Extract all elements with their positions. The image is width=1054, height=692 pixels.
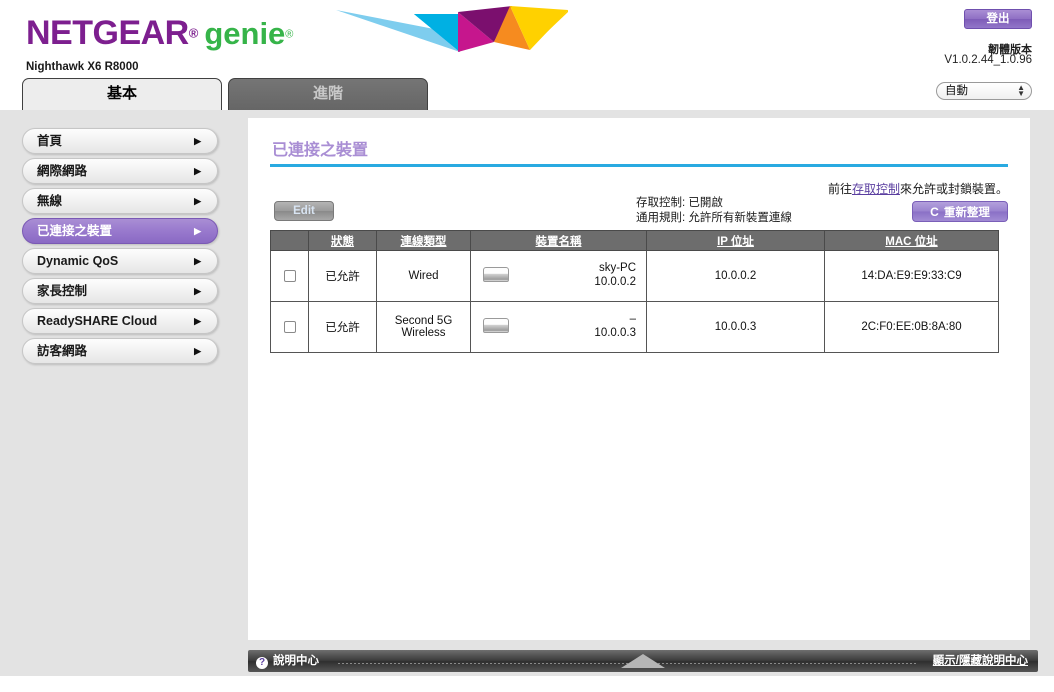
header-ip-address-label: IP 位址 <box>717 235 754 248</box>
sidebar-item-readyshare-cloud[interactable]: ReadySHARE Cloud ▶ <box>22 308 218 334</box>
header-ip-address[interactable]: IP 位址 <box>646 230 825 251</box>
device-ip-text: 10.0.0.2 <box>594 276 636 288</box>
sidebar-item-label: 已連接之裝置 <box>37 224 113 238</box>
row-status-cell: 已允許 <box>308 250 377 302</box>
genie-registered-mark: ® <box>285 28 294 41</box>
table-row: 已允許 Second 5G Wireless – 10.0.0.3 10.0.0… <box>270 301 999 353</box>
chevron-right-icon: ▶ <box>194 166 201 176</box>
row-mac-cell: 14:DA:E9:E9:33:C9 <box>824 250 999 302</box>
netgear-registered-mark: ® <box>188 25 199 41</box>
logout-button[interactable]: 登出 <box>964 9 1032 29</box>
sidebar-item-dynamic-qos[interactable]: Dynamic QoS ▶ <box>22 248 218 274</box>
access-control-status: 存取控制: 已開啟 <box>636 197 723 209</box>
refresh-button[interactable]: C 重新整理 <box>912 201 1008 222</box>
access-status-block: 存取控制: 已開啟 通用規則: 允許所有新裝置連線 <box>636 196 792 226</box>
attached-devices-table: 狀態 連線類型 裝置名稱 IP 位址 MAC 位址 已允許 Wired sky-… <box>270 230 999 353</box>
sidebar-item-label: Dynamic QoS <box>37 254 119 268</box>
row-connection-type-cell: Second 5G Wireless <box>376 301 471 353</box>
page-header: NETGEAR® genie® Nighthawk X6 R8000 登出 韌體版… <box>0 0 1054 100</box>
main-tabbar: 基本 進階 <box>0 78 1054 110</box>
toggle-help-center-link[interactable]: 顯示/隱藏說明中心 <box>933 650 1028 672</box>
help-center-bar: ? 說明中心 顯示/隱藏說明中心 <box>248 650 1038 672</box>
content-shell: 首頁 ▶ 網際網路 ▶ 無線 ▶ 已連接之裝置 ▶ Dynamic QoS ▶ … <box>0 110 1054 676</box>
router-model-label: Nighthawk X6 R8000 <box>26 61 139 73</box>
sidebar-item-label: 網際網路 <box>37 164 88 178</box>
device-name-block: – 10.0.0.3 <box>594 312 636 340</box>
row-device-name-cell: – 10.0.0.3 <box>470 301 647 353</box>
sidebar-item-internet[interactable]: 網際網路 ▶ <box>22 158 218 184</box>
header-device-name[interactable]: 裝置名稱 <box>470 230 647 251</box>
device-icon <box>483 267 509 282</box>
row-connection-type-cell: Wired <box>376 250 471 302</box>
chevron-right-icon: ▶ <box>194 316 201 326</box>
sidebar-item-label: 無線 <box>37 194 63 208</box>
title-divider <box>270 164 1008 167</box>
chevron-right-icon: ▶ <box>194 346 201 356</box>
chevron-right-icon: ▶ <box>194 196 201 206</box>
device-name-text: – <box>629 313 636 325</box>
access-control-hint-suffix: 來允許或封鎖裝置。 <box>899 182 1008 196</box>
row-device-name-cell: sky-PC 10.0.0.2 <box>470 250 647 302</box>
sidebar-item-wireless[interactable]: 無線 ▶ <box>22 188 218 214</box>
access-control-hint-prefix: 前往 <box>827 182 852 196</box>
row-status-cell: 已允許 <box>308 301 377 353</box>
device-icon <box>483 318 509 333</box>
device-name-block: sky-PC 10.0.0.2 <box>594 261 636 289</box>
firmware-version-value: V1.0.2.44_1.0.96 <box>944 54 1032 66</box>
row-ip-cell: 10.0.0.3 <box>646 301 825 353</box>
row-checkbox[interactable] <box>283 320 296 333</box>
device-name-text: sky-PC <box>598 262 636 274</box>
device-ip-text: 10.0.0.3 <box>594 327 636 339</box>
general-rule-status: 通用規則: 允許所有新裝置連線 <box>636 212 792 224</box>
expand-triangle-icon[interactable] <box>621 654 665 668</box>
edit-button[interactable]: Edit <box>274 201 334 221</box>
row-checkbox[interactable] <box>283 269 296 282</box>
sidebar-item-home[interactable]: 首頁 ▶ <box>22 128 218 154</box>
help-center-label: 說明中心 <box>273 655 319 667</box>
main-content-panel: 已連接之裝置 前往存取控制來允許或封鎖裝置。 Edit 存取控制: 已開啟 通用… <box>248 118 1030 640</box>
tab-basic[interactable]: 基本 <box>22 78 222 110</box>
access-control-link[interactable]: 存取控制 <box>852 182 900 196</box>
header-connection-type-label: 連線類型 <box>400 235 447 248</box>
sidebar-item-label: ReadySHARE Cloud <box>37 314 158 328</box>
help-center-button[interactable]: ? 說明中心 <box>256 650 319 672</box>
sidebar-item-label: 訪客網路 <box>37 344 88 358</box>
header-connection-type[interactable]: 連線類型 <box>376 230 471 251</box>
header-mac-address-label: MAC 位址 <box>885 235 938 248</box>
sidebar-nav: 首頁 ▶ 網際網路 ▶ 無線 ▶ 已連接之裝置 ▶ Dynamic QoS ▶ … <box>22 128 218 368</box>
sidebar-item-guest-network[interactable]: 訪客網路 ▶ <box>22 338 218 364</box>
genie-wordmark: genie <box>204 16 286 51</box>
header-status-label: 狀態 <box>331 235 354 248</box>
tab-advanced[interactable]: 進階 <box>228 78 428 110</box>
header-status[interactable]: 狀態 <box>308 230 377 251</box>
chevron-right-icon: ▶ <box>194 226 201 236</box>
header-device-name-label: 裝置名稱 <box>535 235 582 248</box>
chevron-right-icon: ▶ <box>194 136 201 146</box>
table-row: 已允許 Wired sky-PC 10.0.0.2 10.0.0.2 14:DA… <box>270 250 999 302</box>
sidebar-item-label: 家長控制 <box>37 284 88 298</box>
genie-admin-page: NETGEAR® genie® Nighthawk X6 R8000 登出 韌體版… <box>0 0 1054 692</box>
help-icon: ? <box>256 657 268 669</box>
netgear-fan-graphic <box>336 6 568 52</box>
refresh-button-label: 重新整理 <box>943 207 990 219</box>
chevron-right-icon: ▶ <box>194 256 201 266</box>
sidebar-item-attached-devices[interactable]: 已連接之裝置 ▶ <box>22 218 218 244</box>
page-title: 已連接之裝置 <box>272 142 369 159</box>
access-control-hint: 前往存取控制來允許或封鎖裝置。 <box>828 180 1008 197</box>
row-mac-cell: 2C:F0:EE:0B:8A:80 <box>824 301 999 353</box>
header-select <box>270 230 309 251</box>
netgear-wordmark: NETGEAR <box>26 14 189 52</box>
header-mac-address[interactable]: MAC 位址 <box>824 230 999 251</box>
row-ip-cell: 10.0.0.2 <box>646 250 825 302</box>
chevron-right-icon: ▶ <box>194 286 201 296</box>
row-select-cell <box>270 301 309 353</box>
refresh-icon: C <box>930 205 939 219</box>
table-header-row: 狀態 連線類型 裝置名稱 IP 位址 MAC 位址 <box>270 230 999 251</box>
sidebar-item-label: 首頁 <box>37 134 63 148</box>
netgear-genie-logo: NETGEAR® genie® <box>26 16 293 51</box>
row-select-cell <box>270 250 309 302</box>
sidebar-item-parental-controls[interactable]: 家長控制 ▶ <box>22 278 218 304</box>
